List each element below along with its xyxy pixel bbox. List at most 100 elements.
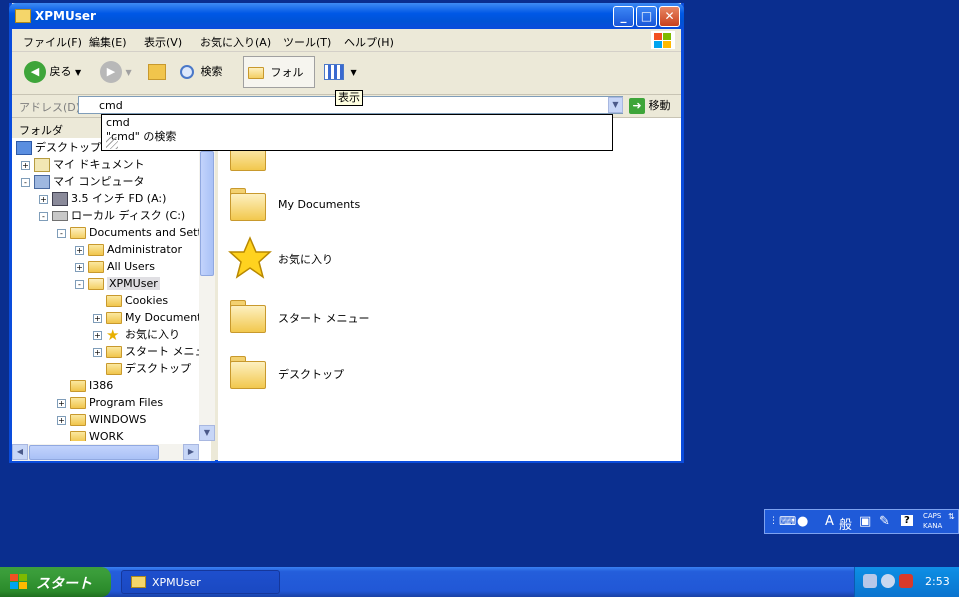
maximize-button[interactable]: □ <box>636 6 657 27</box>
scrollbar-thumb[interactable] <box>200 151 214 276</box>
tree-item-my-documents-user[interactable]: + My Documents <box>93 309 199 326</box>
tree-horizontal-scrollbar[interactable]: ◀ ▶ <box>12 444 199 461</box>
keyboard-icon[interactable]: ⌨ <box>779 514 796 528</box>
file-item-my-documents[interactable]: My Documents <box>218 188 418 228</box>
tree-item-xpmuser[interactable]: - XPMUser <box>75 275 160 292</box>
file-item-favorites[interactable]: お気に入り <box>218 236 418 284</box>
menu-tools[interactable]: ツール(T) <box>283 34 331 50</box>
options-icon[interactable]: ⇅ <box>948 512 955 521</box>
tree-item-local-disk[interactable]: - ローカル ディスク (C:) <box>39 207 185 224</box>
taskbar-item-xpmuser[interactable]: XPMUser <box>121 570 280 594</box>
tree-item-my-computer[interactable]: - マイ コンピュータ <box>21 173 145 190</box>
windows-logo-icon <box>651 31 675 49</box>
menu-help[interactable]: ヘルプ(H) <box>344 34 394 50</box>
security-icon[interactable] <box>881 574 895 588</box>
scroll-left-icon[interactable]: ◀ <box>12 444 28 460</box>
shield-icon[interactable] <box>899 574 913 588</box>
scroll-down-icon[interactable]: ▼ <box>199 425 215 441</box>
tree-item-work[interactable]: WORK <box>70 428 123 441</box>
kana-indicator: KANA <box>923 522 943 530</box>
expand-icon[interactable]: + <box>21 160 30 170</box>
help-icon[interactable]: ? <box>901 515 913 526</box>
folder-icon <box>106 346 122 358</box>
up-folder-icon <box>148 64 166 80</box>
expand-icon[interactable]: + <box>75 262 84 272</box>
file-item-start-menu[interactable]: スタート メニュー <box>218 300 418 340</box>
collapse-icon[interactable]: - <box>57 228 66 238</box>
expand-icon[interactable]: + <box>93 330 102 340</box>
tree-item-floppy[interactable]: +3.5 インチ FD (A:) <box>39 190 166 207</box>
tree-item-cookies[interactable]: Cookies <box>106 292 168 309</box>
close-button[interactable]: ✕ <box>659 6 680 27</box>
scrollbar-thumb[interactable] <box>29 445 159 460</box>
expand-icon[interactable]: + <box>75 245 84 255</box>
menu-file[interactable]: ファイル(F) <box>23 34 82 50</box>
back-button[interactable]: ◀ 戻る ▼ <box>24 58 81 86</box>
folder-icon <box>106 312 122 324</box>
collapse-icon[interactable]: - <box>21 177 30 187</box>
forward-dropdown-icon[interactable]: ▼ <box>126 68 132 77</box>
expand-icon[interactable]: + <box>57 398 66 408</box>
resize-grip-icon[interactable] <box>106 137 118 149</box>
tree-item-my-documents[interactable]: + マイ ドキュメント <box>21 156 145 173</box>
views-button[interactable]: ▼ <box>324 58 357 86</box>
folders-button[interactable]: フォルダ <box>243 56 315 111</box>
tree-item-documents-and-settings[interactable]: - Documents and Settings <box>57 224 199 241</box>
input-mode[interactable]: A <box>825 514 834 529</box>
collapse-icon[interactable]: - <box>75 279 84 289</box>
back-arrow-icon: ◀ <box>24 61 46 83</box>
toolbar: ◀ 戻る ▼ ▶ ▼ 検索 フォルダ ▼ <box>12 52 681 111</box>
folder-icon <box>88 261 104 273</box>
tree-item-label: 3.5 インチ FD (A:) <box>71 192 167 205</box>
back-dropdown-icon[interactable]: ▼ <box>75 68 81 77</box>
tree-item-all-users[interactable]: + All Users <box>75 258 155 275</box>
folder-icon <box>230 188 266 221</box>
title-bar[interactable]: XPMUser _ □ ✕ <box>9 3 684 29</box>
go-button[interactable]: ➜ 移動 <box>629 97 671 114</box>
start-button[interactable]: スタート <box>0 567 111 597</box>
taskbar: スタート XPMUser 2:53 <box>0 567 959 597</box>
network-icon[interactable] <box>863 574 877 588</box>
tree-item-user-desktop[interactable]: デスクトップ <box>106 360 191 377</box>
tree-item-program-files[interactable]: + Program Files <box>57 394 163 411</box>
address-dropdown-icon[interactable]: ▼ <box>608 97 623 113</box>
tree-item-start-menu[interactable]: + スタート メニュー <box>93 343 199 360</box>
collapse-icon[interactable]: - <box>39 211 48 221</box>
tree-item-desktop[interactable]: デスクトップ <box>16 139 101 156</box>
tree-item-windows[interactable]: + WINDOWS <box>57 411 146 428</box>
views-dropdown-icon[interactable]: ▼ <box>351 68 357 77</box>
address-value: cmd <box>99 99 123 112</box>
star-icon <box>228 236 272 279</box>
up-folder-button[interactable] <box>148 58 169 86</box>
clock[interactable]: 2:53 <box>925 575 950 588</box>
conversion-mode[interactable]: 般 <box>839 514 852 533</box>
ime-pad-icon[interactable]: ▣ <box>859 514 871 529</box>
expand-icon[interactable]: + <box>39 194 48 204</box>
search-button[interactable]: 検索 <box>180 58 223 86</box>
minimize-button[interactable]: _ <box>613 6 634 27</box>
scroll-right-icon[interactable]: ▶ <box>183 444 199 460</box>
ime-icon[interactable]: ● <box>797 514 808 529</box>
tools-icon[interactable]: ✎ <box>879 514 890 529</box>
menu-favorites[interactable]: お気に入り(A) <box>200 34 271 50</box>
folder-tree: デスクトップ + マイ ドキュメント - マイ コンピュータ +3.5 インチ FD… <box>12 139 199 441</box>
file-item-desktop[interactable]: デスクトップ <box>218 356 418 396</box>
expand-icon[interactable]: + <box>57 415 66 425</box>
folder-icon <box>70 431 86 441</box>
tree-item-i386[interactable]: I386 <box>70 377 113 394</box>
expand-icon[interactable]: + <box>93 347 102 357</box>
tree-item-label: XPMUser <box>107 277 160 290</box>
address-autocomplete-list: cmd "cmd" の検索 <box>101 114 613 151</box>
menu-view[interactable]: 表示(V) <box>144 34 182 50</box>
back-label: 戻る <box>49 65 72 78</box>
menu-edit[interactable]: 編集(E) <box>89 34 127 50</box>
expand-icon[interactable]: + <box>93 313 102 323</box>
forward-button[interactable]: ▶ ▼ <box>100 58 132 86</box>
folder-icon <box>230 300 266 333</box>
tree-item-administrator[interactable]: + Administrator <box>75 241 182 258</box>
file-list-pane: My Documents お気に入り スタート メニュー デスクトップ <box>218 118 681 461</box>
tree-vertical-scrollbar[interactable]: ▼ <box>199 139 215 441</box>
grip-icon[interactable]: ⋮ <box>769 516 778 526</box>
tree-item-favorites[interactable]: + ★ お気に入り <box>93 326 180 343</box>
computer-icon <box>34 175 50 189</box>
